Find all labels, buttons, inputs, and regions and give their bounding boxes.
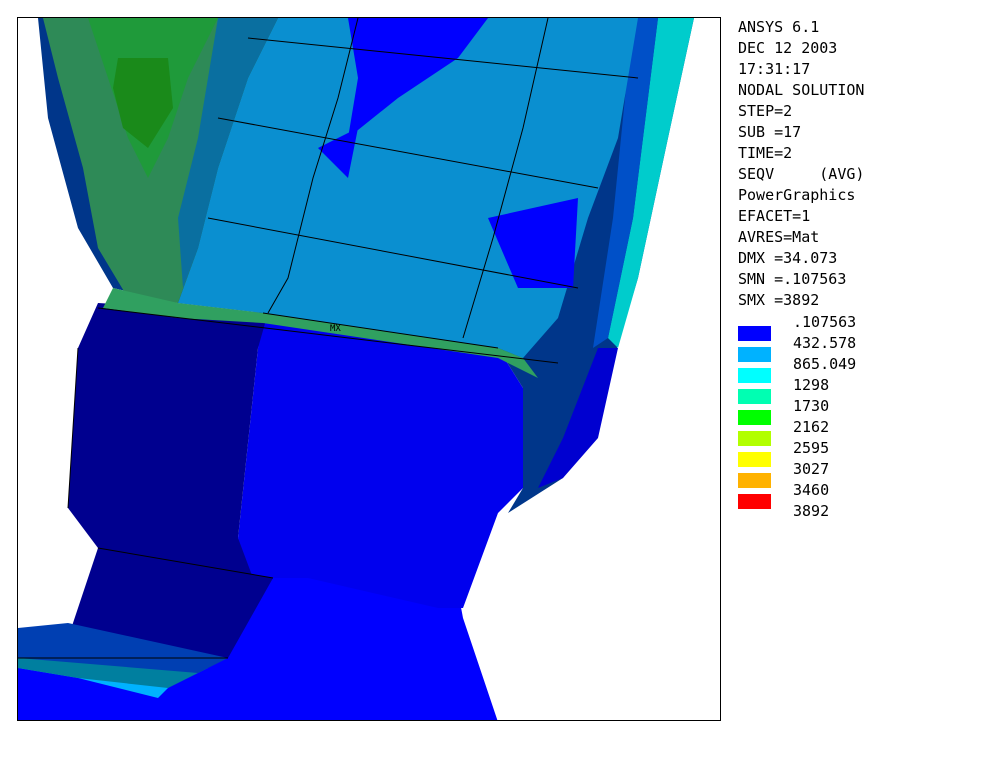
legend-row: 432.578: [738, 333, 978, 362]
left-block: [68, 303, 268, 578]
info-line: SMN =.107563: [738, 270, 847, 288]
legend-row: 1730: [738, 396, 978, 425]
legend-value: .107563: [793, 313, 857, 331]
info-line: 17:31:17: [738, 60, 811, 78]
legend-value: 865.049: [793, 355, 857, 373]
legend-value: 3460: [793, 481, 830, 499]
info-line: DMX =34.073: [738, 249, 838, 267]
info-panel: ANSYS 6.1 DEC 12 2003 17:31:17 NODAL SOL…: [738, 17, 978, 311]
info-line: TIME=2: [738, 144, 793, 162]
legend-value: 1298: [793, 376, 830, 394]
info-line: PowerGraphics: [738, 186, 856, 204]
fea-contour-plot[interactable]: [18, 18, 721, 721]
info-line: SEQV (AVG): [738, 165, 865, 183]
max-stress-marker: MX: [330, 324, 341, 334]
legend-value: 2162: [793, 418, 830, 436]
legend-row: 1298: [738, 375, 978, 404]
graphics-viewport[interactable]: MX: [17, 17, 721, 721]
legend-value: 3027: [793, 460, 830, 478]
legend-row: 3892: [738, 501, 978, 522]
legend-value: 2595: [793, 439, 830, 457]
legend-value: 432.578: [793, 334, 857, 352]
info-line: SMX =3892: [738, 291, 820, 309]
info-line: NODAL SOLUTION: [738, 81, 865, 99]
info-line: DEC 12 2003: [738, 39, 838, 57]
info-line: STEP=2: [738, 102, 793, 120]
legend-row: .107563: [738, 312, 978, 341]
rail-head: [238, 313, 523, 608]
info-line: ANSYS 6.1: [738, 18, 820, 36]
legend-row: 3460: [738, 480, 978, 509]
legend-row: 3027: [738, 459, 978, 488]
legend-row: 865.049: [738, 354, 978, 383]
info-line: EFACET=1: [738, 207, 811, 225]
contour-legend: .107563 432.578 865.049 1298 1730 2162 2595 302…: [738, 312, 978, 522]
legend-row: 2162: [738, 417, 978, 446]
legend-value: 1730: [793, 397, 830, 415]
legend-row: 2595: [738, 438, 978, 467]
info-line: SUB =17: [738, 123, 802, 141]
info-line: AVRES=Mat: [738, 228, 820, 246]
legend-value: 3892: [793, 502, 830, 520]
